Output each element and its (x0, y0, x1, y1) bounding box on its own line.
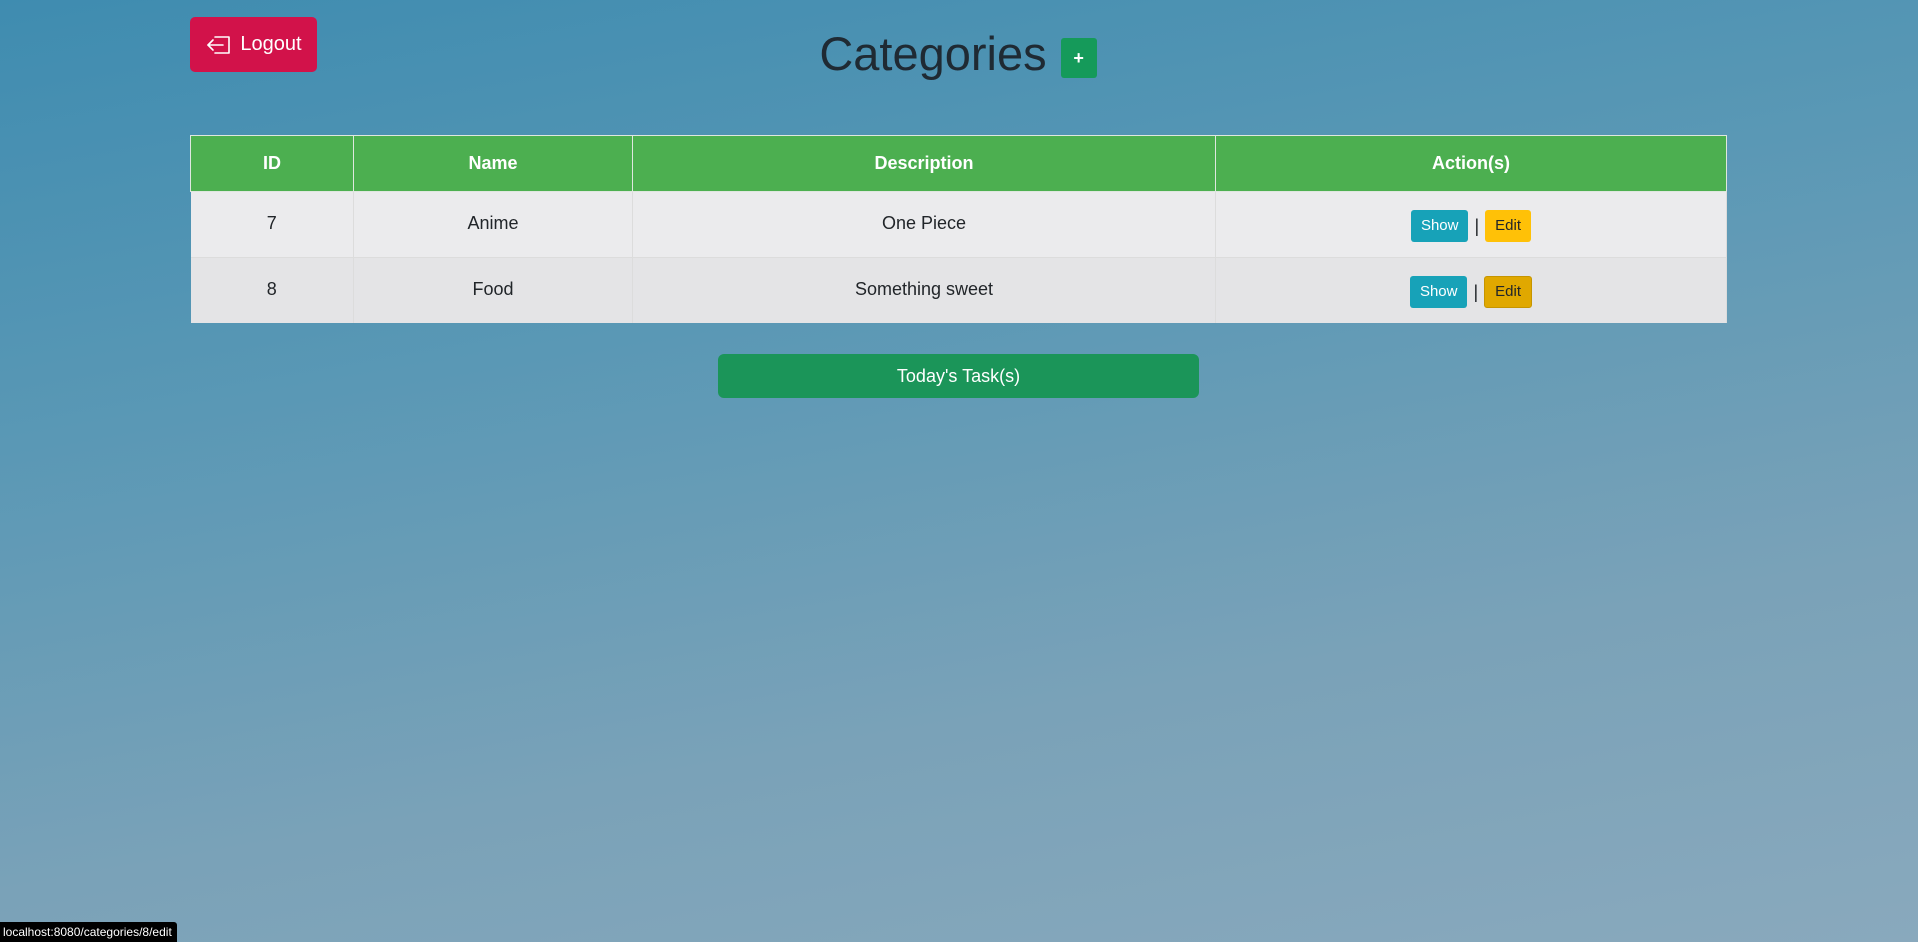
table-header-row: ID Name Description Action(s) (190, 135, 1727, 192)
status-bar-url: localhost:8080/categories/8/edit (0, 922, 177, 942)
cell-name: Food (353, 257, 633, 323)
show-button[interactable]: Show (1409, 276, 1468, 308)
title-bar: Categories + (190, 28, 1726, 78)
action-separator: | (1473, 281, 1479, 302)
cell-id: 8 (190, 257, 354, 323)
categories-table: ID Name Description Action(s) 7 Anime On… (190, 135, 1727, 323)
column-header-actions: Action(s) (1215, 135, 1727, 192)
add-category-button[interactable]: + (1060, 38, 1097, 78)
edit-button[interactable]: Edit (1485, 210, 1532, 242)
cell-actions: Show | Edit (1215, 257, 1727, 323)
action-separator: | (1474, 215, 1480, 236)
page-container: Logout Categories + ID Name Description … (190, 0, 1727, 942)
table-row: 7 Anime One Piece Show | Edit (190, 191, 1727, 258)
show-button[interactable]: Show (1410, 210, 1469, 242)
row-actions: Show | Edit (1410, 210, 1532, 242)
page-title: Categories (819, 26, 1047, 80)
cell-description: Something sweet (632, 257, 1216, 323)
cell-name: Anime (353, 191, 633, 258)
column-header-description: Description (632, 135, 1216, 192)
cell-actions: Show | Edit (1215, 191, 1727, 258)
cell-id: 7 (190, 191, 354, 258)
column-header-name: Name (353, 135, 633, 192)
cell-description: One Piece (632, 191, 1216, 258)
row-actions: Show | Edit (1409, 276, 1533, 308)
table-row: 8 Food Something sweet Show | Edit (190, 257, 1727, 323)
edit-button[interactable]: Edit (1484, 276, 1533, 308)
todays-tasks-button[interactable]: Today's Task(s) (718, 354, 1199, 398)
column-header-id: ID (190, 135, 354, 192)
